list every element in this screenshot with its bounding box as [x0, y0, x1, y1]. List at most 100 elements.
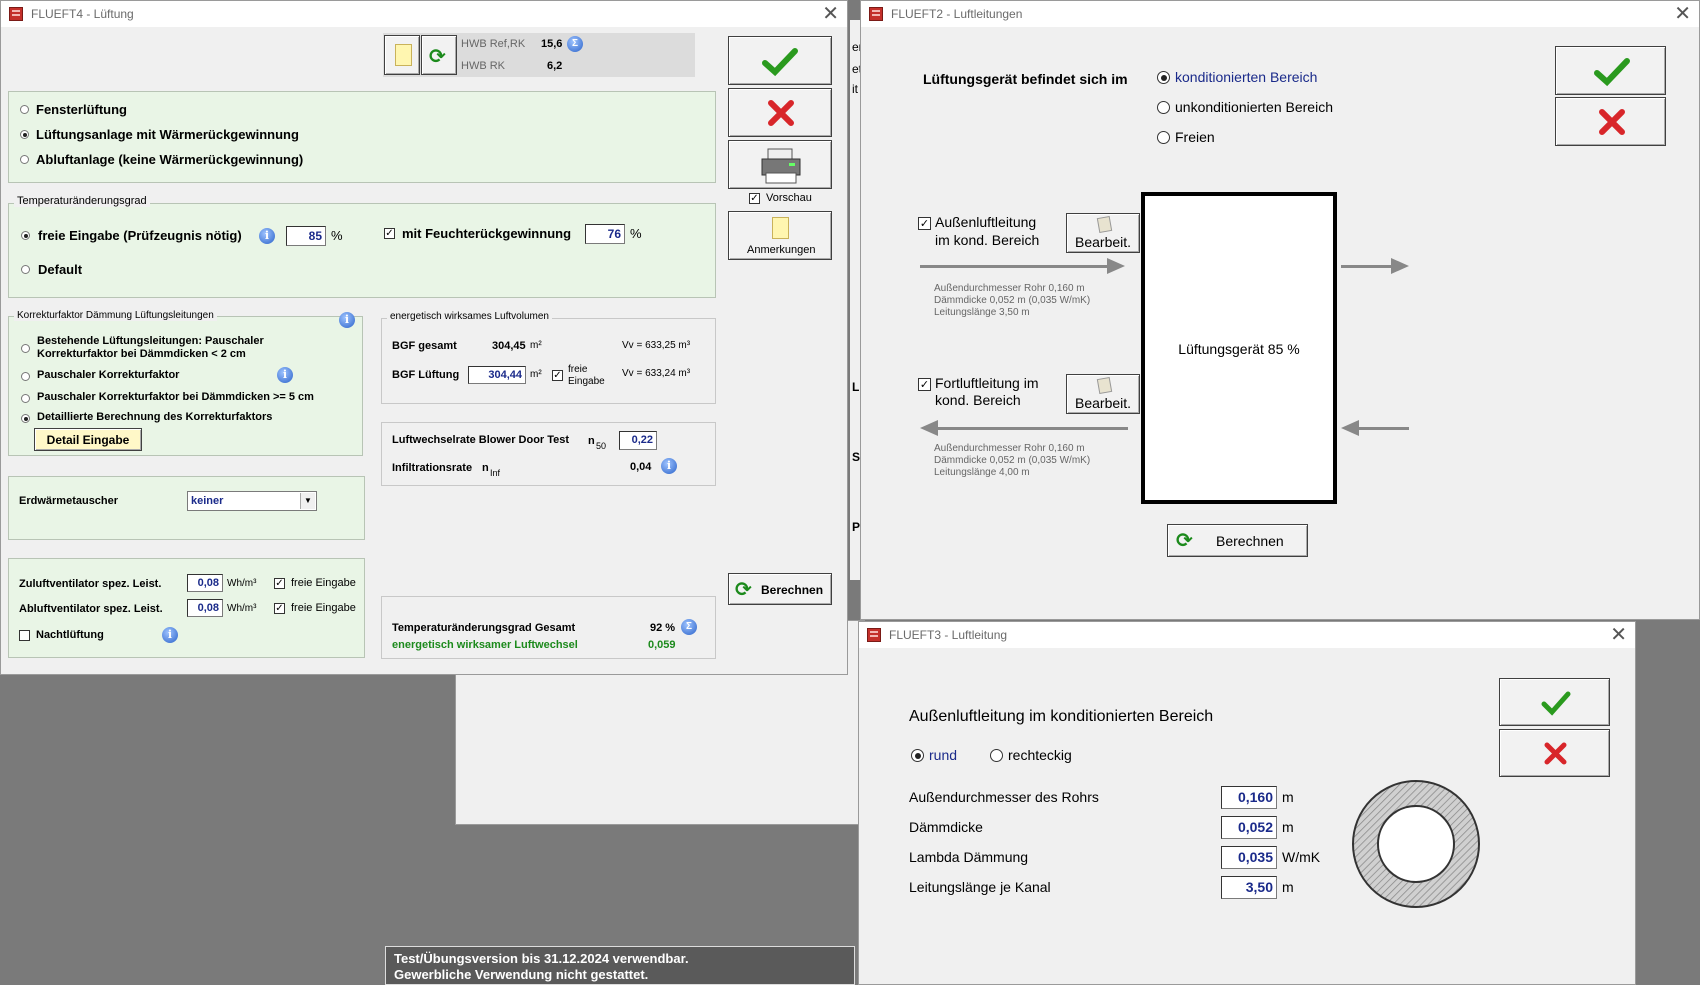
calculate-button[interactable]: ⟳ Berechnen	[1167, 524, 1308, 557]
sum-icon[interactable]: Σ	[681, 619, 697, 635]
radio-round[interactable]	[911, 749, 924, 762]
checkmark-icon	[1594, 58, 1630, 87]
radio-detailed[interactable]	[21, 414, 30, 423]
supply-fan-input[interactable]: 0,08	[187, 574, 223, 592]
exhaust-length-info: Leitungslänge 4,00 m	[934, 467, 1030, 478]
ok-button[interactable]	[1499, 678, 1610, 726]
ok-button[interactable]	[1555, 46, 1666, 95]
diameter-input[interactable]: 0,160	[1221, 786, 1277, 809]
close-icon[interactable]: ✕	[1610, 623, 1627, 645]
print-button[interactable]	[728, 140, 832, 189]
radio-flat-5cm[interactable]	[21, 394, 30, 403]
blower-input[interactable]: 0,22	[619, 431, 657, 450]
cross-icon	[1544, 742, 1567, 765]
lambda-input[interactable]: 0,035	[1221, 846, 1277, 869]
cancel-button[interactable]	[1555, 97, 1666, 146]
info-icon[interactable]: i	[162, 627, 178, 643]
insulation-input[interactable]: 0,052	[1221, 816, 1277, 839]
arrow-right-icon	[1391, 258, 1409, 274]
new-doc-button[interactable]	[384, 35, 420, 75]
edit-exhaust-button[interactable]: Bearbeit.	[1066, 374, 1140, 414]
moisture-input[interactable]: 76	[585, 224, 625, 244]
info-icon[interactable]: i	[277, 367, 293, 383]
ventilation-device: Lüftungsgerät 85 %	[1141, 192, 1337, 504]
preview-label: Vorschau	[766, 192, 812, 204]
calculate-label: Berechnen	[1216, 533, 1284, 549]
diameter-label: Außendurchmesser des Rohrs	[909, 789, 1099, 805]
blower-label: Luftwechselrate Blower Door Test	[392, 434, 570, 446]
cancel-button[interactable]	[1499, 729, 1610, 777]
exhaust-free-checkbox[interactable]: ✓	[274, 603, 285, 614]
radio-rectangular[interactable]	[990, 749, 1003, 762]
radio-existing[interactable]	[21, 344, 30, 353]
percent-unit: %	[331, 228, 343, 243]
chevron-down-icon[interactable]: ▼	[300, 493, 315, 509]
exhaust-diameter-info: Außendurchmesser Rohr 0,160 m	[934, 443, 1085, 454]
unit-whm3: Wh/m³	[227, 603, 257, 614]
radio-exhaust[interactable]	[20, 155, 29, 164]
cross-icon	[768, 100, 794, 126]
sum-icon[interactable]: Σ	[567, 36, 583, 52]
outdoor-duct-label-2: im kond. Bereich	[935, 232, 1040, 248]
volume-total: Vv = 633,25 m³	[622, 340, 691, 351]
edit-outdoor-button[interactable]: Bearbeit.	[1066, 213, 1140, 253]
detail-input-button[interactable]: Detail Eingabe	[34, 428, 142, 451]
preview-checkbox[interactable]: ✓	[749, 193, 760, 204]
radio-conditioned[interactable]	[1157, 71, 1170, 84]
lambda-unit: W/mK	[1282, 849, 1321, 865]
lambda-label: Lambda Dämmung	[909, 849, 1029, 865]
radio-unconditioned[interactable]	[1157, 101, 1170, 114]
exhaust-air-arrow	[936, 427, 1128, 430]
ground-exchanger-select[interactable]: keiner ▼	[187, 491, 317, 511]
close-icon[interactable]: ✕	[1674, 2, 1691, 24]
n-symbol: n	[588, 435, 595, 447]
outdoor-air-arrow	[920, 265, 1110, 268]
free-input-checkbox[interactable]: ✓	[552, 370, 563, 381]
printer-icon	[761, 148, 801, 184]
radio-flat[interactable]	[21, 372, 30, 381]
efficiency-input[interactable]: 85	[286, 226, 326, 246]
checkmark-icon	[762, 48, 798, 77]
ground-exchanger-group: Erdwärmetauscher keiner ▼	[8, 476, 365, 540]
total-group: Temperaturänderungsgrad Gesamt 92 % Σ en…	[381, 596, 716, 659]
cross-icon	[1599, 109, 1625, 135]
info-icon[interactable]: i	[661, 458, 677, 474]
bg-text: S	[852, 450, 861, 464]
default-label: Default	[38, 262, 83, 277]
length-unit: m	[1282, 879, 1294, 895]
bgf-vent-input[interactable]: 304,44	[468, 366, 526, 384]
supply-free-label: freie Eingabe	[291, 577, 356, 589]
notes-button[interactable]: Anmerkungen	[728, 211, 832, 260]
radio-free-input[interactable]	[21, 231, 30, 240]
info-icon[interactable]: i	[259, 228, 275, 244]
radio-outside[interactable]	[1157, 131, 1170, 144]
ventilation-type-group: Fensterlüftung Lüftungsanlage mit Wärmer…	[8, 91, 716, 183]
edit-label: Bearbeit.	[1075, 395, 1132, 411]
hwb-ref-value: 15,6	[541, 38, 563, 50]
length-input[interactable]: 3,50	[1221, 876, 1277, 899]
night-vent-checkbox[interactable]	[19, 630, 30, 641]
refresh-button[interactable]: ⟳	[421, 35, 457, 75]
info-icon[interactable]: i	[339, 312, 355, 328]
close-icon[interactable]: ✕	[822, 2, 839, 24]
radio-heat-recovery[interactable]	[20, 130, 29, 139]
exhaust-duct-checkbox[interactable]: ✓	[918, 378, 931, 391]
option-flat-5cm: Pauschaler Korrekturfaktor bei Dämmdicke…	[37, 391, 314, 403]
option-detailed: Detaillierte Berechnung des Korrekturfak…	[37, 411, 273, 423]
ok-button[interactable]	[728, 36, 832, 85]
outdoor-insulation-info: Dämmdicke 0,052 m (0,035 W/mK)	[934, 295, 1091, 306]
radio-window[interactable]	[20, 105, 29, 114]
outdoor-duct-checkbox[interactable]: ✓	[918, 217, 931, 230]
refresh-icon: ⟳	[1176, 528, 1193, 552]
titlebar: FLUEFT2 - Luftleitungen ✕	[861, 1, 1699, 27]
length-label: Leitungslänge je Kanal	[909, 879, 1051, 895]
calculate-button[interactable]: ⟳ Berechnen	[728, 573, 832, 605]
bg-text: P	[852, 520, 861, 534]
cancel-button[interactable]	[728, 88, 832, 137]
radio-default[interactable]	[21, 265, 30, 274]
total-label: Temperaturänderungsgrad Gesamt	[392, 622, 576, 634]
notice-line-2: Gewerbliche Verwendung nicht gestattet.	[394, 967, 649, 982]
moisture-checkbox[interactable]: ✓	[384, 228, 395, 239]
supply-free-checkbox[interactable]: ✓	[274, 578, 285, 589]
exhaust-fan-input[interactable]: 0,08	[187, 599, 223, 617]
